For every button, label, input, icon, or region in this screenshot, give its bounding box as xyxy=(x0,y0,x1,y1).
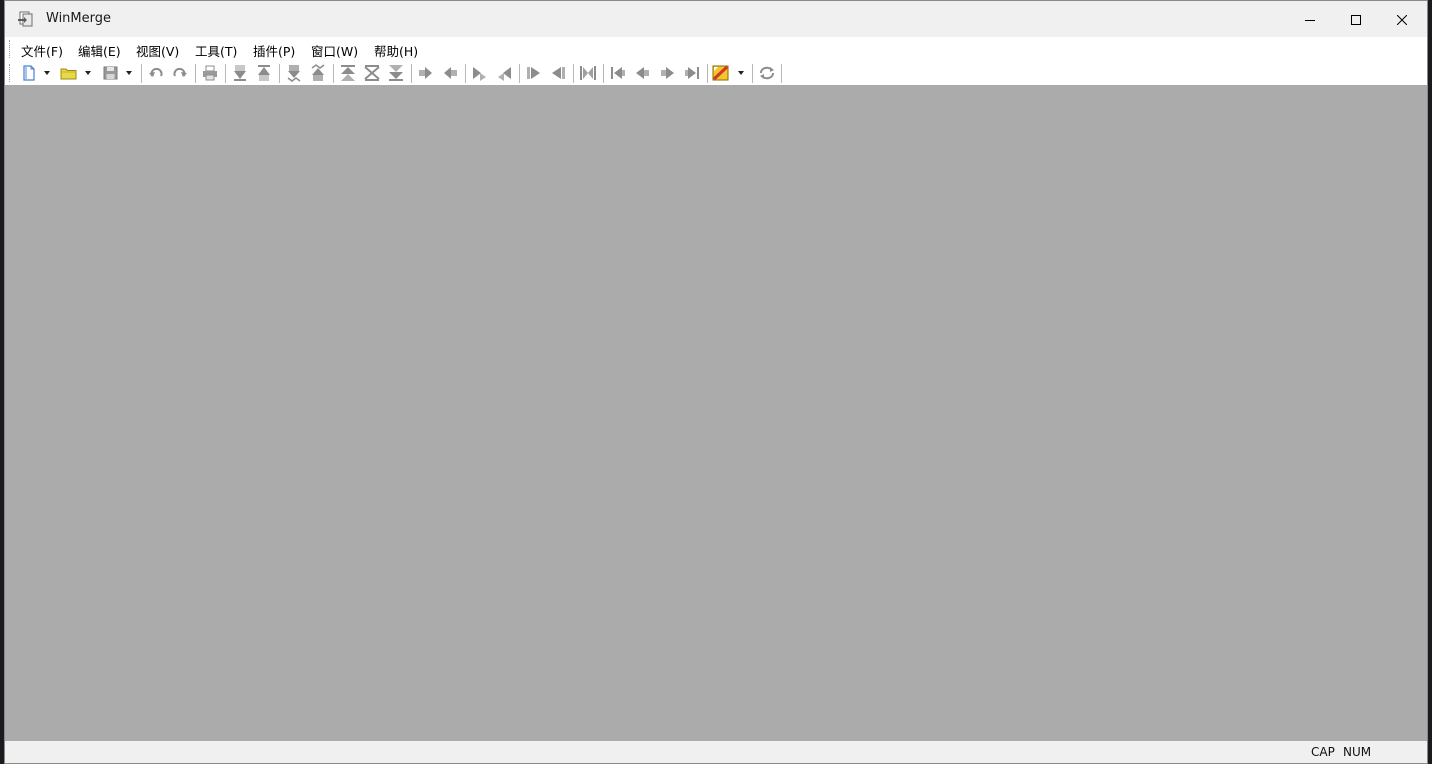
prev-diff-icon xyxy=(254,64,274,82)
winmerge-window: WinMerge 文件(F) 编辑(E) 视图(V) 工具(T) 插件(P) 窗… xyxy=(4,0,1428,764)
new-dropdown-arrow[interactable] xyxy=(44,71,50,75)
copy-right-advance-icon xyxy=(470,64,490,82)
toolbar-separator xyxy=(195,64,196,83)
last-file-button[interactable] xyxy=(682,64,702,82)
menu-tools[interactable]: 工具(T) xyxy=(195,41,237,60)
toolbar-separator xyxy=(141,64,142,83)
undo-button[interactable] xyxy=(146,64,166,82)
menu-window[interactable]: 窗口(W) xyxy=(311,41,358,60)
all-left-button[interactable] xyxy=(548,64,568,82)
menubar-grip[interactable] xyxy=(9,40,12,58)
options-icon xyxy=(711,64,731,82)
redo-button[interactable] xyxy=(170,64,190,82)
first-diff-button[interactable] xyxy=(338,64,358,82)
copy-left-advance-icon xyxy=(494,64,514,82)
caps-lock-indicator: CAP xyxy=(1311,745,1335,759)
prev-conflict-button[interactable] xyxy=(308,64,328,82)
menu-bar: 文件(F) 编辑(E) 视图(V) 工具(T) 插件(P) 窗口(W) 帮助(H… xyxy=(5,37,1427,61)
close-icon xyxy=(1396,10,1408,29)
toolbar-separator xyxy=(333,64,334,83)
toolbar xyxy=(5,61,1427,85)
minimize-button[interactable] xyxy=(1287,1,1333,37)
copy-right-button[interactable] xyxy=(416,64,436,82)
maximize-button[interactable] xyxy=(1333,1,1379,37)
next-diff-button[interactable] xyxy=(230,64,250,82)
toolbar-separator xyxy=(279,64,280,83)
title-bar[interactable]: WinMerge xyxy=(5,1,1427,37)
toolbar-separator xyxy=(781,64,782,83)
compare-button[interactable] xyxy=(578,64,598,82)
menu-file[interactable]: 文件(F) xyxy=(21,41,63,60)
toolbar-separator xyxy=(707,64,708,83)
toolbar-separator xyxy=(752,64,753,83)
menu-edit[interactable]: 编辑(E) xyxy=(78,41,121,60)
all-left-icon xyxy=(548,64,568,82)
copy-left-icon xyxy=(440,64,460,82)
toolbar-separator xyxy=(225,64,226,83)
redo-icon xyxy=(170,64,190,82)
toolbar-separator xyxy=(519,64,520,83)
next-conflict-button[interactable] xyxy=(284,64,304,82)
save-dropdown-arrow[interactable] xyxy=(126,71,132,75)
first-diff-icon xyxy=(338,64,358,82)
options-button[interactable] xyxy=(711,64,731,82)
copy-right-icon xyxy=(416,64,436,82)
first-file-icon xyxy=(608,64,628,82)
toolbar-grip[interactable] xyxy=(9,64,12,82)
toolbar-separator xyxy=(573,64,574,83)
last-diff-button[interactable] xyxy=(386,64,406,82)
open-icon xyxy=(59,64,79,82)
undo-icon xyxy=(146,64,166,82)
window-title: WinMerge xyxy=(46,11,111,26)
next-file-button[interactable] xyxy=(658,64,678,82)
maximize-icon xyxy=(1351,10,1361,29)
prev-diff-button[interactable] xyxy=(254,64,274,82)
next-conflict-icon xyxy=(284,64,304,82)
minimize-icon xyxy=(1305,10,1315,29)
copy-right-advance-button[interactable] xyxy=(470,64,490,82)
winmerge-app-icon xyxy=(17,10,35,28)
menu-view[interactable]: 视图(V) xyxy=(136,41,179,60)
last-file-icon xyxy=(682,64,702,82)
open-dropdown-arrow[interactable] xyxy=(85,71,91,75)
refresh-icon xyxy=(757,64,777,82)
close-button[interactable] xyxy=(1379,1,1425,37)
copy-left-advance-button[interactable] xyxy=(494,64,514,82)
print-button[interactable] xyxy=(200,64,220,82)
toolbar-separator xyxy=(603,64,604,83)
print-icon xyxy=(200,64,220,82)
last-diff-icon xyxy=(386,64,406,82)
new-button[interactable] xyxy=(19,64,39,82)
menu-plugins[interactable]: 插件(P) xyxy=(253,41,295,60)
toolbar-separator xyxy=(411,64,412,83)
mdi-client-area[interactable] xyxy=(5,85,1427,741)
prev-conflict-icon xyxy=(308,64,328,82)
compare-icon xyxy=(578,64,598,82)
copy-left-button[interactable] xyxy=(440,64,460,82)
prev-file-icon xyxy=(632,64,652,82)
current-diff-button[interactable] xyxy=(362,64,382,82)
all-right-button[interactable] xyxy=(524,64,544,82)
first-file-button[interactable] xyxy=(608,64,628,82)
refresh-button[interactable] xyxy=(757,64,777,82)
toolbar-separator xyxy=(465,64,466,83)
current-diff-icon xyxy=(362,64,382,82)
num-lock-indicator: NUM xyxy=(1343,745,1372,759)
prev-file-button[interactable] xyxy=(632,64,652,82)
next-file-icon xyxy=(658,64,678,82)
save-button[interactable] xyxy=(101,64,121,82)
save-icon xyxy=(101,64,121,82)
next-diff-icon xyxy=(230,64,250,82)
menu-help[interactable]: 帮助(H) xyxy=(374,41,418,60)
options-dropdown-arrow[interactable] xyxy=(738,71,744,75)
status-bar: CAP NUM xyxy=(5,741,1427,763)
all-right-icon xyxy=(524,64,544,82)
new-icon xyxy=(19,64,39,82)
open-button[interactable] xyxy=(59,64,79,82)
